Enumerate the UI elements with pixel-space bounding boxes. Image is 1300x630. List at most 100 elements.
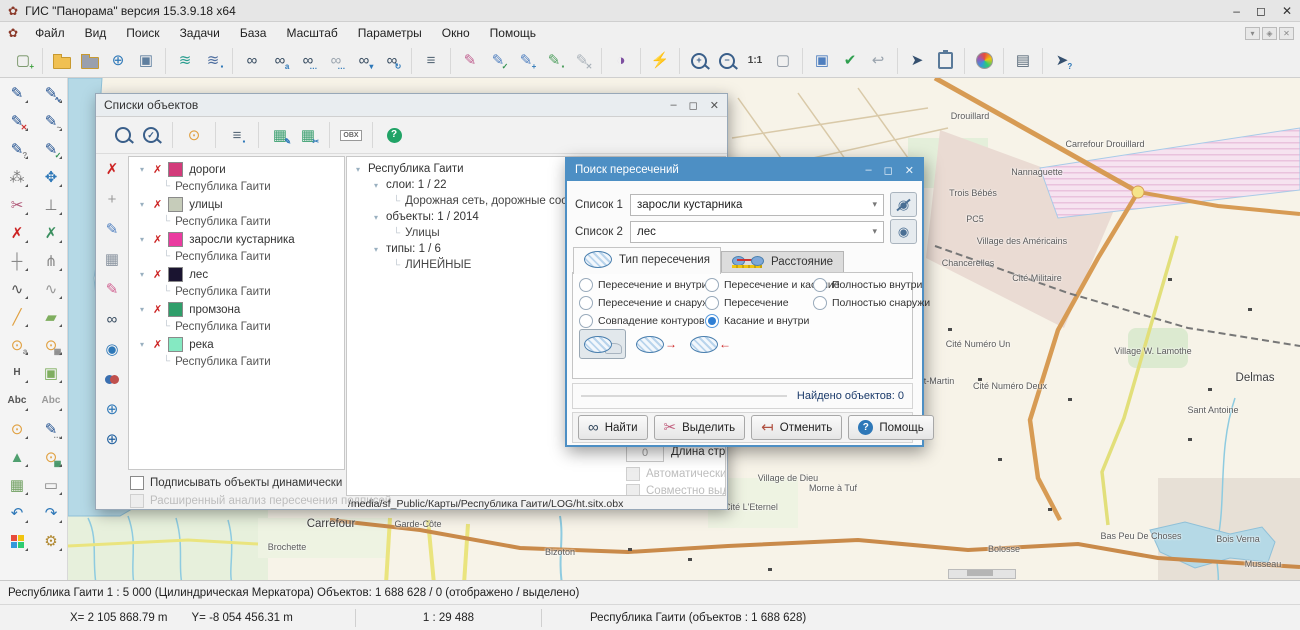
remove-item-icon[interactable]: ✗	[153, 303, 162, 316]
variant-overlap-button[interactable]	[579, 329, 626, 359]
cards-button[interactable]: ▦	[3, 472, 31, 498]
legend-item[interactable]: ▾✗заросли кустарника	[129, 231, 344, 248]
legend-list-panel[interactable]: ▾✗дороги└Республика Гаити▾✗улицы└Республ…	[128, 156, 345, 470]
search-by-name-button[interactable]: ∞a	[267, 48, 293, 74]
variant-touch-in-button[interactable]: ←	[687, 329, 734, 359]
pen-dots-button[interactable]: ✎…	[37, 416, 65, 442]
save-list-button[interactable]: ▦	[100, 248, 124, 270]
fit-frame-button[interactable]: ▢	[770, 48, 796, 74]
align-button[interactable]: ⊥	[37, 192, 65, 218]
points-button[interactable]: ⁂	[3, 164, 31, 190]
menu-item[interactable]: Вид	[75, 24, 117, 42]
search-in-list-button[interactable]	[110, 122, 136, 148]
list1-visibility-button[interactable]	[890, 192, 917, 217]
help-button[interactable]: ?Помощь	[848, 415, 933, 440]
menu-item[interactable]: База	[230, 24, 277, 42]
view-list-button[interactable]: ◉	[100, 338, 124, 360]
table-edit2-button[interactable]: ▦✂	[295, 122, 321, 148]
list2-combobox[interactable]: лес	[630, 221, 884, 243]
cancel-button[interactable]: ↤Отменить	[751, 415, 842, 440]
delete-object-button[interactable]: ✗	[37, 220, 65, 246]
legend-item-map[interactable]: └Республика Гаити	[129, 213, 344, 230]
edit-green-button[interactable]: ✎▪	[541, 48, 567, 74]
print-button[interactable]: ▤	[1010, 48, 1036, 74]
intersection-type-radio[interactable]: Касание и внутри	[705, 314, 809, 328]
dialog-minimize-icon[interactable]: –	[866, 164, 872, 177]
dynamic-labels-checkbox[interactable]: Подписывать объекты динамически	[130, 476, 342, 490]
legend-item[interactable]: ▾✗река	[129, 336, 344, 353]
pen-cut-button[interactable]: ✎✕	[3, 108, 31, 134]
previous-view-button[interactable]: ↩	[865, 48, 891, 74]
scissors-button[interactable]: ✂	[3, 192, 31, 218]
ruler-button[interactable]: ╱	[3, 304, 31, 330]
settings-button[interactable]: ⚙	[37, 528, 65, 554]
remove-item-icon[interactable]: ✗	[153, 233, 162, 246]
highlight-button[interactable]: ⊙	[181, 122, 207, 148]
intersection-type-radio[interactable]: Пересечение и внутри	[579, 278, 701, 292]
select-object-button[interactable]: ➤	[904, 48, 930, 74]
tab-distance[interactable]: Расстояние	[721, 251, 844, 273]
search-button[interactable]: ∞	[239, 48, 265, 74]
menu-item[interactable]: Файл	[25, 24, 75, 42]
remove-item-icon[interactable]: ✗	[153, 268, 162, 281]
flashlight-button[interactable]: ⊙a	[3, 332, 31, 358]
edit-disabled-button[interactable]: ✎✕	[569, 48, 595, 74]
legend-item-map[interactable]: └Республика Гаити	[129, 353, 344, 370]
dialog-minimize-icon[interactable]: –	[671, 99, 677, 112]
legend-item[interactable]: ▾✗улицы	[129, 196, 344, 213]
edit-list-button[interactable]: ✎	[100, 218, 124, 240]
area-button[interactable]: ▰	[37, 304, 65, 330]
pen-check-button[interactable]: ✎✓	[37, 136, 65, 162]
intersection-type-radio[interactable]: Полностью снаружи	[813, 296, 930, 310]
flashlight-select-button[interactable]: ⊙▦	[37, 332, 65, 358]
mdi-window-button[interactable]: ◈	[1262, 27, 1277, 40]
context-help-button[interactable]: ➤?	[1049, 48, 1075, 74]
select-button[interactable]: ✂Выделить	[654, 415, 746, 440]
undo-button[interactable]: ↶	[3, 500, 31, 526]
intersection-type-radio[interactable]: Пересечение и снаружи	[579, 296, 701, 310]
variant-touch-out-button[interactable]: →	[633, 329, 680, 359]
pen-query-button[interactable]: ✎?	[3, 136, 31, 162]
zoom-out-button[interactable]: −	[714, 48, 740, 74]
object-props-button[interactable]	[932, 48, 958, 74]
copy-map-list-button[interactable]: ▣	[133, 48, 159, 74]
mdi-window-button[interactable]: ✕	[1279, 27, 1294, 40]
list-params-button[interactable]: ≡▪	[224, 122, 250, 148]
object-list-button[interactable]: ≡	[418, 48, 444, 74]
dialog-maximize-icon[interactable]: ◻	[689, 99, 698, 112]
chart-button[interactable]: ▲	[3, 444, 31, 470]
remove-list-button[interactable]: ✗	[100, 158, 124, 180]
pen-spline-button[interactable]: ✎∿	[37, 80, 65, 106]
paint-list-button[interactable]: ✎	[100, 278, 124, 300]
open-database-button[interactable]	[77, 48, 103, 74]
redo-button[interactable]: ↷	[37, 500, 65, 526]
legend-item[interactable]: ▾✗лес	[129, 266, 344, 283]
intersection-dialog-titlebar[interactable]: Поиск пересечений – ◻ ✕	[567, 159, 922, 181]
obx-export-button[interactable]: OBX	[338, 122, 364, 148]
edit-create-button[interactable]: ✎	[457, 48, 483, 74]
flashlight2-button[interactable]: ⊙	[3, 416, 31, 442]
dialog-help-button[interactable]: ?	[381, 122, 407, 148]
layers-button[interactable]: ≋	[172, 48, 198, 74]
menu-item[interactable]: Задачи	[170, 24, 230, 42]
mdi-window-button[interactable]: ▾	[1245, 27, 1260, 40]
remove-item-icon[interactable]: ✗	[153, 338, 162, 351]
flashlight-grid-button[interactable]: ⊙▦	[37, 444, 65, 470]
search-repeat-button[interactable]: ∞↻	[379, 48, 405, 74]
legend-colors-button[interactable]	[3, 528, 31, 554]
dialog-close-icon[interactable]: ✕	[710, 99, 719, 112]
legend-item-map[interactable]: └Республика Гаити	[129, 178, 344, 195]
zoom-in-button[interactable]: +	[686, 48, 712, 74]
node-button[interactable]: ┼	[3, 248, 31, 274]
edit-check-button[interactable]: ✎✓	[485, 48, 511, 74]
menu-item[interactable]: Помощь	[480, 24, 546, 42]
user-layers-button[interactable]: ◑	[608, 48, 634, 74]
close-icon[interactable]: ✕	[1282, 4, 1292, 18]
select-area-button[interactable]: ▣	[37, 360, 65, 386]
minimize-icon[interactable]: –	[1233, 4, 1240, 18]
dialog-maximize-icon[interactable]: ◻	[884, 164, 893, 177]
screen-view-button[interactable]: ▣	[809, 48, 835, 74]
layer-legend-button[interactable]: ≋▪	[200, 48, 226, 74]
legend-item[interactable]: ▾✗дороги	[129, 161, 344, 178]
menu-item[interactable]: Масштаб	[276, 24, 347, 42]
